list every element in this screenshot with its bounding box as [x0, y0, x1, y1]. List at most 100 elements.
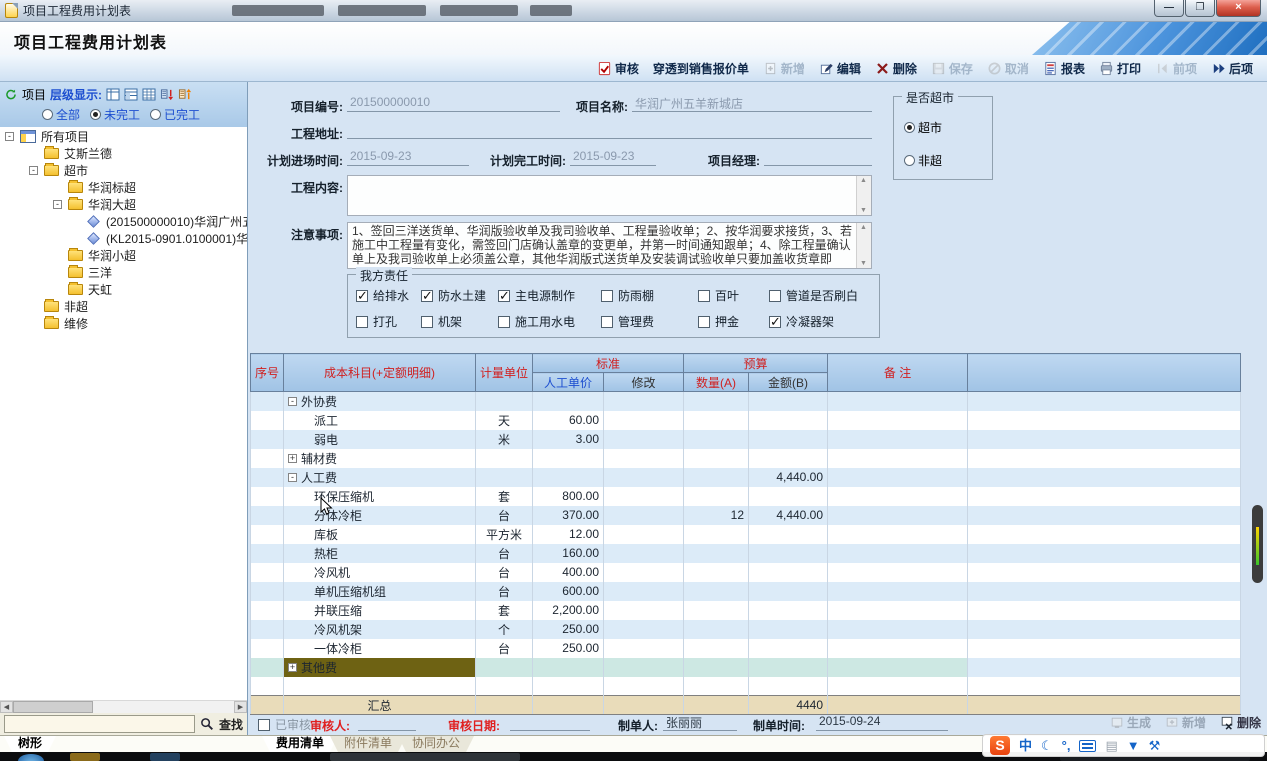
sort-asc-icon[interactable] — [178, 88, 192, 101]
search-icon[interactable] — [200, 717, 214, 731]
checkbox-box[interactable] — [356, 290, 368, 302]
radio-non-supermarket[interactable]: 非超 — [904, 152, 942, 169]
plan-end-field[interactable]: 2015-09-23 — [570, 149, 656, 166]
tree-item-aisilande[interactable]: 艾斯兰德 — [0, 145, 247, 162]
checkbox-box[interactable] — [356, 316, 368, 328]
tab-collaboration[interactable]: 协同办公 — [398, 736, 474, 752]
row-expander[interactable]: + — [288, 663, 297, 672]
taskbar-item[interactable] — [150, 753, 180, 761]
checkbox-rain-shelter[interactable]: 防雨棚 — [601, 287, 654, 304]
audit-button[interactable]: 审核 — [597, 60, 639, 77]
tab-expense-list[interactable]: 费用清单 — [262, 736, 338, 752]
checkbox-management-fee[interactable]: 管理费 — [601, 313, 654, 330]
taskbar-item[interactable] — [70, 753, 100, 761]
footer-delete-button[interactable]: 删除 — [1220, 714, 1261, 731]
edit-button[interactable]: 编辑 — [819, 60, 861, 77]
search-input[interactable] — [4, 715, 195, 733]
drill-to-quotation-button[interactable]: 穿透到销售报价单 — [653, 60, 749, 77]
checkbox-pipe-whitewash[interactable]: 管道是否刷白 — [769, 287, 858, 304]
ime-mode-icon[interactable]: 中 — [1019, 736, 1032, 755]
content-textarea[interactable] — [347, 175, 872, 216]
ime-moon-icon[interactable]: ☾ — [1041, 736, 1053, 755]
checkbox-box[interactable] — [421, 316, 433, 328]
expander-icon[interactable]: - — [29, 166, 38, 175]
checkbox-construction-utilities[interactable]: 施工用水电 — [498, 313, 575, 330]
tab-tree[interactable]: 树形 — [4, 736, 56, 752]
scroll-left-arrow[interactable]: ◀ — [0, 701, 13, 713]
tree-item-tianhong[interactable]: 天虹 — [0, 281, 247, 298]
checkbox-box[interactable] — [769, 316, 781, 328]
checkbox-box[interactable] — [601, 316, 613, 328]
audited-checkbox[interactable]: 已审核 — [258, 716, 311, 733]
address-field[interactable] — [347, 122, 872, 139]
checkbox-box[interactable] — [698, 290, 710, 302]
checkbox-box[interactable] — [498, 316, 510, 328]
checkbox-condenser-rack[interactable]: 冷凝器架 — [769, 313, 834, 330]
checkbox-box[interactable] — [258, 719, 270, 731]
textarea-scrollbar[interactable] — [856, 223, 871, 268]
row-expander[interactable]: + — [288, 454, 297, 463]
ime-wrench-icon[interactable]: ⚒ — [1149, 736, 1161, 755]
row-expander[interactable]: - — [288, 397, 297, 406]
close-button[interactable]: × — [1216, 0, 1261, 17]
print-button[interactable]: 打印 — [1099, 60, 1141, 77]
tree-item-project-kl2015[interactable]: (KL2015-0901.0100001)华润 — [0, 230, 247, 247]
checkbox-box[interactable] — [601, 290, 613, 302]
checkbox-waterproof-civil[interactable]: 防水土建 — [421, 287, 486, 304]
auditor-field[interactable] — [358, 714, 416, 731]
checkbox-box[interactable] — [498, 290, 510, 302]
filter-all-radio[interactable]: 全部 — [42, 106, 80, 123]
radio-supermarket[interactable]: 超市 — [904, 119, 942, 136]
ime-skin-icon[interactable]: ▼ — [1127, 736, 1140, 755]
ime-logo-icon[interactable]: S — [990, 736, 1010, 755]
checkbox-main-power[interactable]: 主电源制作 — [498, 287, 575, 304]
tree-item-project-201500000010[interactable]: (201500000010)华润广州五羊新城店 — [0, 213, 247, 230]
project-name-field[interactable]: 华润广州五羊新城店 — [632, 95, 872, 112]
delete-button[interactable]: 删除 — [875, 60, 917, 77]
make-time-field[interactable]: 2015-09-24 — [816, 714, 948, 731]
view-detail-icon[interactable] — [124, 88, 138, 101]
table-scrollbar-thumb[interactable] — [1252, 505, 1263, 583]
taskbar-active-item[interactable] — [330, 753, 520, 761]
tree-item-supermarket[interactable]: -超市 — [0, 162, 247, 179]
plan-start-field[interactable]: 2015-09-23 — [347, 149, 469, 166]
tree-item-huarun-xiaochao[interactable]: 华润小超 — [0, 247, 247, 264]
tree-item-weixiu[interactable]: 维修 — [0, 315, 247, 332]
ime-keyboard-icon[interactable] — [1079, 740, 1096, 752]
textarea-scrollbar[interactable] — [856, 176, 871, 215]
find-button[interactable]: 查找 — [219, 716, 243, 733]
refresh-icon[interactable] — [4, 88, 18, 101]
scrollbar-thumb[interactable] — [13, 701, 93, 713]
tree-item-huarun-dachao[interactable]: -华润大超 — [0, 196, 247, 213]
checkbox-rack[interactable]: 机架 — [421, 313, 462, 330]
tree-item-all-projects[interactable]: -所有项目 — [0, 128, 247, 145]
tree-item-feichao[interactable]: 非超 — [0, 298, 247, 315]
sort-desc-icon[interactable] — [160, 88, 174, 101]
checkbox-box[interactable] — [698, 316, 710, 328]
audit-date-field[interactable] — [510, 714, 590, 731]
view-grid-icon[interactable] — [106, 88, 120, 101]
minimize-button[interactable]: — — [1154, 0, 1184, 17]
tab-attachment-list[interactable]: 附件清单 — [330, 736, 406, 752]
row-expander[interactable]: - — [288, 473, 297, 482]
project-no-field[interactable]: 201500000010 — [347, 95, 560, 112]
tree-item-sanyang[interactable]: 三洋 — [0, 264, 247, 281]
checkbox-deposit[interactable]: 押金 — [698, 313, 739, 330]
expander-icon[interactable]: - — [53, 200, 62, 209]
checkbox-drainage[interactable]: 给排水 — [356, 287, 409, 304]
start-orb[interactable] — [18, 754, 44, 761]
view-table-icon[interactable] — [142, 88, 156, 101]
notes-textarea[interactable]: 1、签回三洋送货单、华润版验收单及我司验收单、工程量验收单；2、按华润要求接货，… — [347, 222, 872, 269]
maker-field[interactable]: 张丽丽 — [663, 714, 737, 731]
manager-field[interactable] — [764, 149, 872, 166]
checkbox-drilling[interactable]: 打孔 — [356, 313, 397, 330]
expander-icon[interactable]: - — [5, 132, 14, 141]
checkbox-box[interactable] — [769, 290, 781, 302]
report-button[interactable]: 报表 — [1043, 60, 1085, 77]
tree-item-huarun-biaochao[interactable]: 华润标超 — [0, 179, 247, 196]
checkbox-louver[interactable]: 百叶 — [698, 287, 739, 304]
filter-unfinished-radio[interactable]: 未完工 — [90, 106, 140, 123]
ime-clipboard-icon[interactable]: ▤ — [1105, 736, 1117, 755]
next-button[interactable]: 后项 — [1211, 60, 1253, 77]
scroll-right-arrow[interactable]: ▶ — [234, 701, 247, 713]
